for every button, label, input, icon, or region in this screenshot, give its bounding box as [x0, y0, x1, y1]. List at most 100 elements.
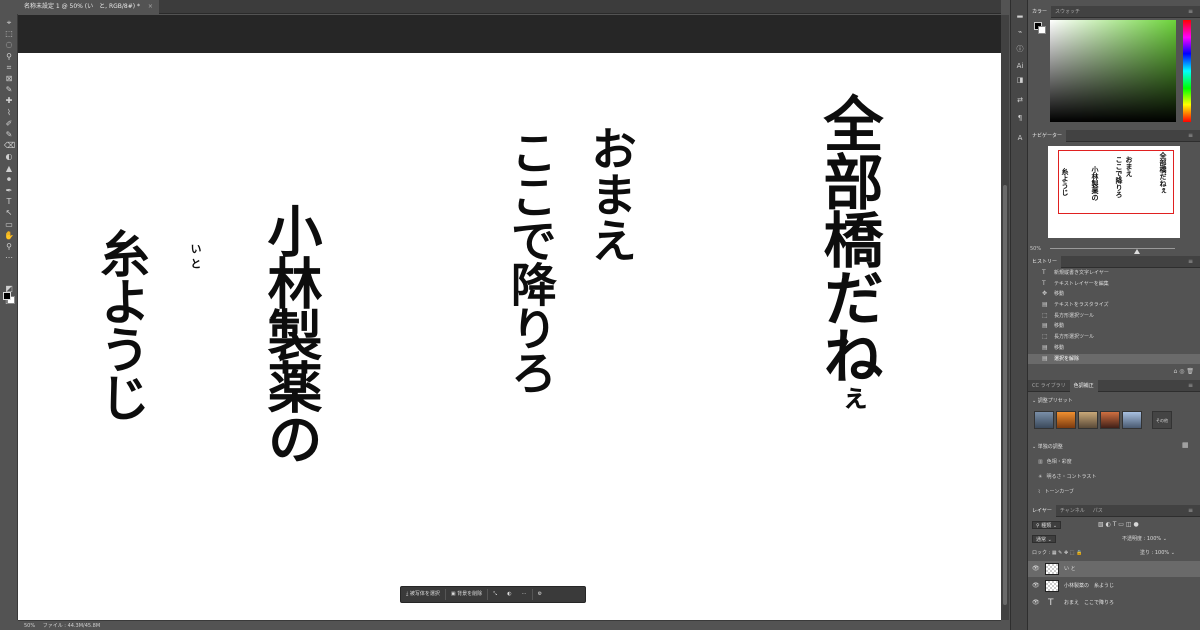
visibility-eye-icon[interactable]: 👁	[1032, 578, 1040, 594]
panel-menu-icon[interactable]: ≡	[1184, 256, 1197, 268]
close-icon[interactable]: ×	[148, 3, 153, 10]
dodge-tool-icon[interactable]: ⚫	[4, 175, 14, 184]
navigator-zoom-slider[interactable]	[1050, 248, 1175, 254]
healing-tool-icon[interactable]: ✚	[4, 96, 14, 105]
marquee-tool-icon[interactable]: ⬚	[4, 29, 14, 38]
zoom-tool-icon[interactable]: ⚲	[4, 242, 14, 251]
properties-icon[interactable]: ◨	[1015, 76, 1025, 84]
gradient-tool-icon[interactable]: ◐	[4, 152, 14, 161]
adjust-item[interactable]: ☀ 明るさ・コントラスト	[1038, 473, 1096, 480]
eyedropper-tool-icon[interactable]: ✎	[4, 85, 14, 94]
select-subject-button[interactable]: ⤓ 被写体を選択	[401, 588, 445, 601]
panel-menu-icon[interactable]: ≡	[1184, 505, 1197, 517]
hand-tool-icon[interactable]: ✋	[4, 231, 14, 240]
pen-tool-icon[interactable]: ✒	[4, 186, 14, 195]
history-item[interactable]: ▤ 移動	[1028, 343, 1200, 354]
preset-thumb[interactable]	[1078, 411, 1098, 429]
type-tool-icon[interactable]: T	[4, 197, 14, 206]
brush-tool-icon[interactable]: ⌇	[4, 108, 14, 117]
glyph-icon[interactable]: ⇄	[1015, 96, 1025, 104]
vertical-scrollbar[interactable]	[1001, 15, 1009, 620]
canvas-area[interactable]: 全部橋だねぇ おまえ ここで降りろ 小林製薬の 糸ようじ い と	[18, 15, 1001, 620]
layer-filter-icons[interactable]: ▧ ◐ T ▭ ◫ ●	[1098, 521, 1139, 528]
scrollbar-thumb[interactable]	[1003, 185, 1007, 605]
tab-color[interactable]: カラー	[1028, 6, 1052, 18]
fill-control[interactable]: 塗り : 100% ⌄	[1140, 549, 1175, 556]
mask-icon[interactable]: ◐	[502, 588, 516, 601]
more-button[interactable]: ⋯	[517, 588, 532, 601]
history-item[interactable]: ⬚ 長方形選択ツール	[1028, 332, 1200, 343]
preset-thumb[interactable]	[1056, 411, 1076, 429]
adjust-presets-header[interactable]: ⌄ 調整プリセット	[1032, 397, 1073, 404]
grid-view-icon[interactable]: ▦	[1182, 441, 1189, 449]
tab-history[interactable]: ヒストリー	[1028, 256, 1062, 268]
layer-name[interactable]: い と	[1064, 561, 1076, 577]
character-icon[interactable]: A	[1015, 134, 1025, 142]
panel-menu-icon[interactable]: ≡	[1184, 6, 1197, 18]
opacity-control[interactable]: 不透明度 : 100% ⌄	[1122, 535, 1167, 542]
layer-name[interactable]: 小林製薬の 糸ようじ	[1064, 578, 1114, 594]
history-item[interactable]: ▤ 選択を解除	[1028, 353, 1200, 365]
blur-tool-icon[interactable]: ▲	[4, 164, 14, 173]
transform-icon[interactable]: ⤡	[488, 588, 502, 601]
layer-row[interactable]: 👁 い と	[1028, 561, 1200, 577]
slider-knob[interactable]	[1134, 249, 1140, 254]
document-tab[interactable]: 名称未設定 1 @ 50% (い と, RGB/8#) * ×	[18, 0, 159, 14]
history-item[interactable]: ▤ 移動	[1028, 321, 1200, 332]
brush-settings-icon[interactable]: ⌁	[1015, 28, 1025, 36]
history-item[interactable]: T テキストレイヤーを編集	[1028, 279, 1200, 290]
tab-channels[interactable]: チャンネル	[1056, 505, 1089, 517]
history-footer-icons[interactable]: ⌂ ◎ 🗑	[1174, 368, 1194, 375]
single-adjust-header[interactable]: ⌄ 単独の調整	[1032, 443, 1063, 450]
layer-row[interactable]: 👁 小林製薬の 糸ようじ	[1028, 578, 1200, 594]
info-icon[interactable]: ⓘ	[1015, 44, 1025, 54]
crop-tool-icon[interactable]: ⌗	[4, 63, 14, 72]
settings-icon[interactable]: ⚙	[533, 588, 547, 601]
frame-tool-icon[interactable]: ⊠	[4, 74, 14, 83]
lasso-tool-icon[interactable]: ◌	[4, 40, 14, 49]
history-item[interactable]: ⬚ 長方形選択ツール	[1028, 311, 1200, 322]
tab-swatches[interactable]: スウォッチ	[1051, 6, 1084, 18]
preset-thumb[interactable]	[1122, 411, 1142, 429]
remove-background-button[interactable]: ▣ 背景を削除	[446, 588, 487, 601]
history-item[interactable]: ▤ テキストをラスタライズ	[1028, 300, 1200, 311]
tab-paths[interactable]: パス	[1089, 505, 1107, 517]
navigator-zoom-value[interactable]: 50%	[1030, 246, 1041, 252]
history-item[interactable]: ✥ 移動	[1028, 289, 1200, 300]
lock-controls[interactable]: ロック : ▦ ✎ ✥ ⬚ 🔒	[1032, 549, 1082, 556]
layer-row[interactable]: 👁 T おまえ ここで降りろ	[1028, 595, 1200, 611]
navigator-view-box[interactable]	[1058, 150, 1174, 214]
tab-layers[interactable]: レイヤー	[1028, 505, 1056, 517]
tab-cc-libraries[interactable]: CC ライブラリ	[1028, 380, 1070, 392]
rectangle-tool-icon[interactable]: ▭	[4, 220, 14, 229]
object-select-tool-icon[interactable]: ⚲	[4, 52, 14, 61]
histogram-icon[interactable]: ▂	[1015, 10, 1025, 18]
layer-kind-filter[interactable]: ⚲ 種類 ⌄	[1032, 521, 1062, 529]
file-info[interactable]: ファイル : 44.3M/45.8M	[43, 623, 100, 629]
foreground-color-swatch[interactable]	[3, 292, 11, 300]
layer-name[interactable]: おまえ ここで降りろ	[1064, 595, 1114, 611]
history-brush-tool-icon[interactable]: ✎	[4, 130, 14, 139]
artboard[interactable]: 全部橋だねぇ おまえ ここで降りろ 小林製薬の 糸ようじ い と	[18, 53, 1001, 620]
color-picker-field[interactable]	[1050, 20, 1176, 122]
clone-stamp-tool-icon[interactable]: ✐	[4, 119, 14, 128]
move-tool-icon[interactable]: ⌖	[4, 18, 14, 27]
panel-menu-icon[interactable]: ≡	[1184, 130, 1197, 142]
more-tool-icon[interactable]: ⋯	[4, 253, 14, 262]
paragraph-icon[interactable]: ¶	[1015, 114, 1025, 122]
adjust-item[interactable]: ▥ 色相・彩度	[1038, 458, 1072, 465]
zoom-level[interactable]: 50%	[24, 623, 35, 629]
preset-thumb[interactable]	[1034, 411, 1054, 429]
visibility-eye-icon[interactable]: 👁	[1032, 595, 1040, 611]
adjust-item[interactable]: ⌇ トーンカーブ	[1038, 488, 1074, 495]
path-select-tool-icon[interactable]: ↖	[4, 208, 14, 217]
blend-mode-select[interactable]: 通常 ⌄	[1032, 535, 1056, 543]
panel-menu-icon[interactable]: ≡	[1184, 380, 1197, 392]
ai-icon[interactable]: Ai	[1015, 62, 1025, 70]
history-item[interactable]: T 新規縦書き文字レイヤー	[1028, 268, 1200, 279]
visibility-eye-icon[interactable]: 👁	[1032, 561, 1040, 577]
hue-slider[interactable]	[1183, 20, 1191, 122]
tab-navigator[interactable]: ナビゲーター	[1028, 130, 1067, 142]
eraser-tool-icon[interactable]: ⌫	[4, 141, 15, 150]
tab-adjustments[interactable]: 色調補正	[1069, 380, 1098, 392]
